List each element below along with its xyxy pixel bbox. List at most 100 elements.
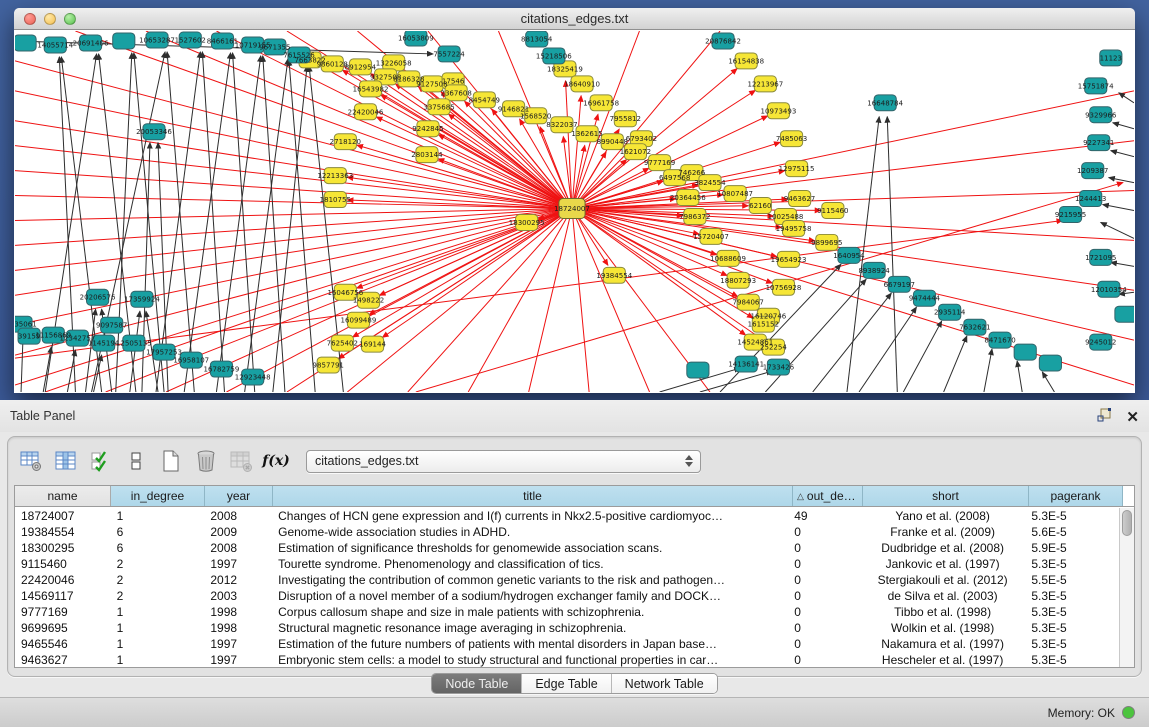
column-header-out_de[interactable]: △out_de…: [793, 486, 863, 506]
memory-status[interactable]: Memory: OK: [1048, 706, 1135, 720]
graph-node-label: 15218506: [536, 51, 572, 60]
table-vertical-scrollbar[interactable]: [1119, 508, 1134, 667]
network-select[interactable]: citations_edges.txt: [306, 450, 701, 473]
graph-node-label: 7984067: [733, 298, 764, 307]
table-cell: Embryonic stem cells: a model to study s…: [272, 652, 790, 667]
table-cell: 2009: [204, 524, 272, 540]
graph-node-label: 17359924: [124, 295, 160, 304]
table-row[interactable]: 911546021997Tourette syndrome. Phenomeno…: [15, 556, 1119, 572]
graph-node[interactable]: [15, 35, 36, 51]
citation-edge: [1111, 262, 1134, 266]
graph-node-label: 7632621: [959, 323, 990, 332]
graph-node-label: 18807293: [720, 276, 756, 285]
table-cell: Structural magnetic resonance image aver…: [272, 620, 790, 636]
graph-node-label: 7986372: [679, 212, 710, 221]
close-icon[interactable]: ✕: [1126, 410, 1139, 426]
tab-edge-table[interactable]: Edge Table: [521, 674, 610, 693]
graph-node-label: 10688609: [710, 254, 746, 263]
graph-node-label: 9329966: [1085, 110, 1117, 119]
tab-network-table[interactable]: Network Table: [611, 674, 717, 693]
graph-node-label: 10756928: [766, 283, 802, 292]
column-header-short[interactable]: short: [863, 486, 1029, 506]
graph-node-label: 8938924: [858, 266, 890, 275]
graph-node[interactable]: [1014, 344, 1036, 360]
table-panel-title: Table Panel: [10, 409, 75, 423]
table-cell: 5.3E-5: [1025, 620, 1119, 636]
graph-node-label: 19654923: [771, 255, 807, 264]
table-cell: 2: [111, 572, 205, 588]
select-arrows-icon: [685, 455, 693, 467]
table-cell: Stergiakouli et al. (2012): [860, 572, 1025, 588]
scrollbar-thumb[interactable]: [1122, 510, 1132, 536]
network-canvas[interactable]: 7663822986012889129541322605893275081654…: [15, 31, 1134, 392]
table-settings-icon[interactable]: [18, 448, 44, 474]
table-row[interactable]: 1456911722003Disruption of a novel membe…: [15, 588, 1119, 604]
table-row[interactable]: 946554611997Estimation of the future num…: [15, 636, 1119, 652]
graph-node[interactable]: [113, 33, 135, 49]
table-row[interactable]: 1938455462009Genome-wide association stu…: [15, 524, 1119, 540]
table-row[interactable]: 969969511998Structural magnetic resonanc…: [15, 620, 1119, 636]
citation-edge: [700, 371, 773, 392]
table-cell: 2008: [204, 540, 272, 556]
new-document-icon[interactable]: [158, 448, 184, 474]
table-type-tabs: Node TableEdge TableNetwork Table: [431, 673, 717, 694]
table-row[interactable]: 2242004622012Investigating the contribut…: [15, 572, 1119, 588]
graph-node-label: 1568520: [520, 111, 551, 120]
column-header-name[interactable]: name: [15, 486, 111, 506]
graph-node-label: 8912954: [345, 62, 377, 71]
citation-edge: [984, 349, 992, 392]
column-header-year[interactable]: year: [205, 486, 273, 506]
memory-indicator: [1122, 706, 1135, 719]
table-cell: Estimation of significance thresholds fo…: [272, 540, 790, 556]
graph-node-label: 18640910: [564, 79, 600, 88]
graph-node-label: 10973493: [761, 106, 797, 115]
graph-node-label: 9215955: [1055, 210, 1086, 219]
network-window-titlebar[interactable]: citations_edges.txt: [14, 8, 1135, 30]
table-row[interactable]: 977716911998Corpus callosum shape and si…: [15, 604, 1119, 620]
table-cell: 5.3E-5: [1025, 636, 1119, 652]
graph-node-label: 1621072: [620, 147, 651, 156]
citation-network-graph[interactable]: 7663822986012889129541322605893275081654…: [15, 31, 1134, 392]
graph-node-label: 9899695: [811, 238, 842, 247]
tab-node-table[interactable]: Node Table: [432, 674, 521, 693]
graph-node-label: 6793402: [626, 134, 657, 143]
graph-node-label: 1735061: [15, 320, 37, 329]
select-rows-icon[interactable]: [88, 448, 114, 474]
graph-node[interactable]: [1115, 306, 1134, 322]
graph-node-label: 16958107: [173, 356, 209, 365]
column-header-title[interactable]: title: [273, 486, 793, 506]
graph-node-label: 2718120: [330, 137, 361, 146]
table-cell: Jankovic et al. (1997): [860, 556, 1025, 572]
citation-edge: [408, 209, 572, 392]
column-header-pagerank[interactable]: pagerank: [1029, 486, 1123, 506]
graph-node[interactable]: [1039, 355, 1061, 371]
float-window-icon[interactable]: [1096, 407, 1112, 428]
delete-icon[interactable]: [193, 448, 219, 474]
table-cell: 2008: [204, 508, 272, 524]
graph-node-label: 2803144: [411, 150, 443, 159]
table-panel-header: Table Panel ✕: [0, 400, 1149, 432]
table-row[interactable]: 946362711997Embryonic stem cells: a mode…: [15, 652, 1119, 667]
column-header-in_degree[interactable]: in_degree: [111, 486, 205, 506]
table-cell: 5.3E-5: [1025, 556, 1119, 572]
table-cell: 5.3E-5: [1025, 588, 1119, 604]
table-row[interactable]: 1830029562008Estimation of significance …: [15, 540, 1119, 556]
graph-node-label: 7557224: [433, 49, 465, 58]
table-tabs-row: Node TableEdge TableNetwork Table: [0, 673, 1149, 695]
table-cell: 0: [790, 540, 860, 556]
table-panel-body: f(x) citations_edges.txt namein_degreeye…: [7, 436, 1142, 677]
graph-node-label: 3824554: [694, 178, 726, 187]
graph-node[interactable]: [687, 362, 709, 378]
graph-node-label: 18325419: [547, 64, 583, 73]
rows-icon[interactable]: [123, 448, 149, 474]
graph-node-label: 7485063: [776, 134, 807, 143]
citation-edge: [383, 209, 572, 338]
node-table: namein_degreeyeartitle△out_de…shortpager…: [14, 485, 1135, 668]
function-builder-icon[interactable]: f(x): [263, 448, 289, 474]
table-cell: 9465546: [15, 636, 111, 652]
select-columns-icon[interactable]: [53, 448, 79, 474]
table-row[interactable]: 1872400712008Changes of HCN gene express…: [15, 508, 1119, 524]
table-cell: 1998: [204, 604, 272, 620]
graph-node-label: 1498222: [353, 296, 384, 305]
citation-edge: [572, 209, 589, 392]
